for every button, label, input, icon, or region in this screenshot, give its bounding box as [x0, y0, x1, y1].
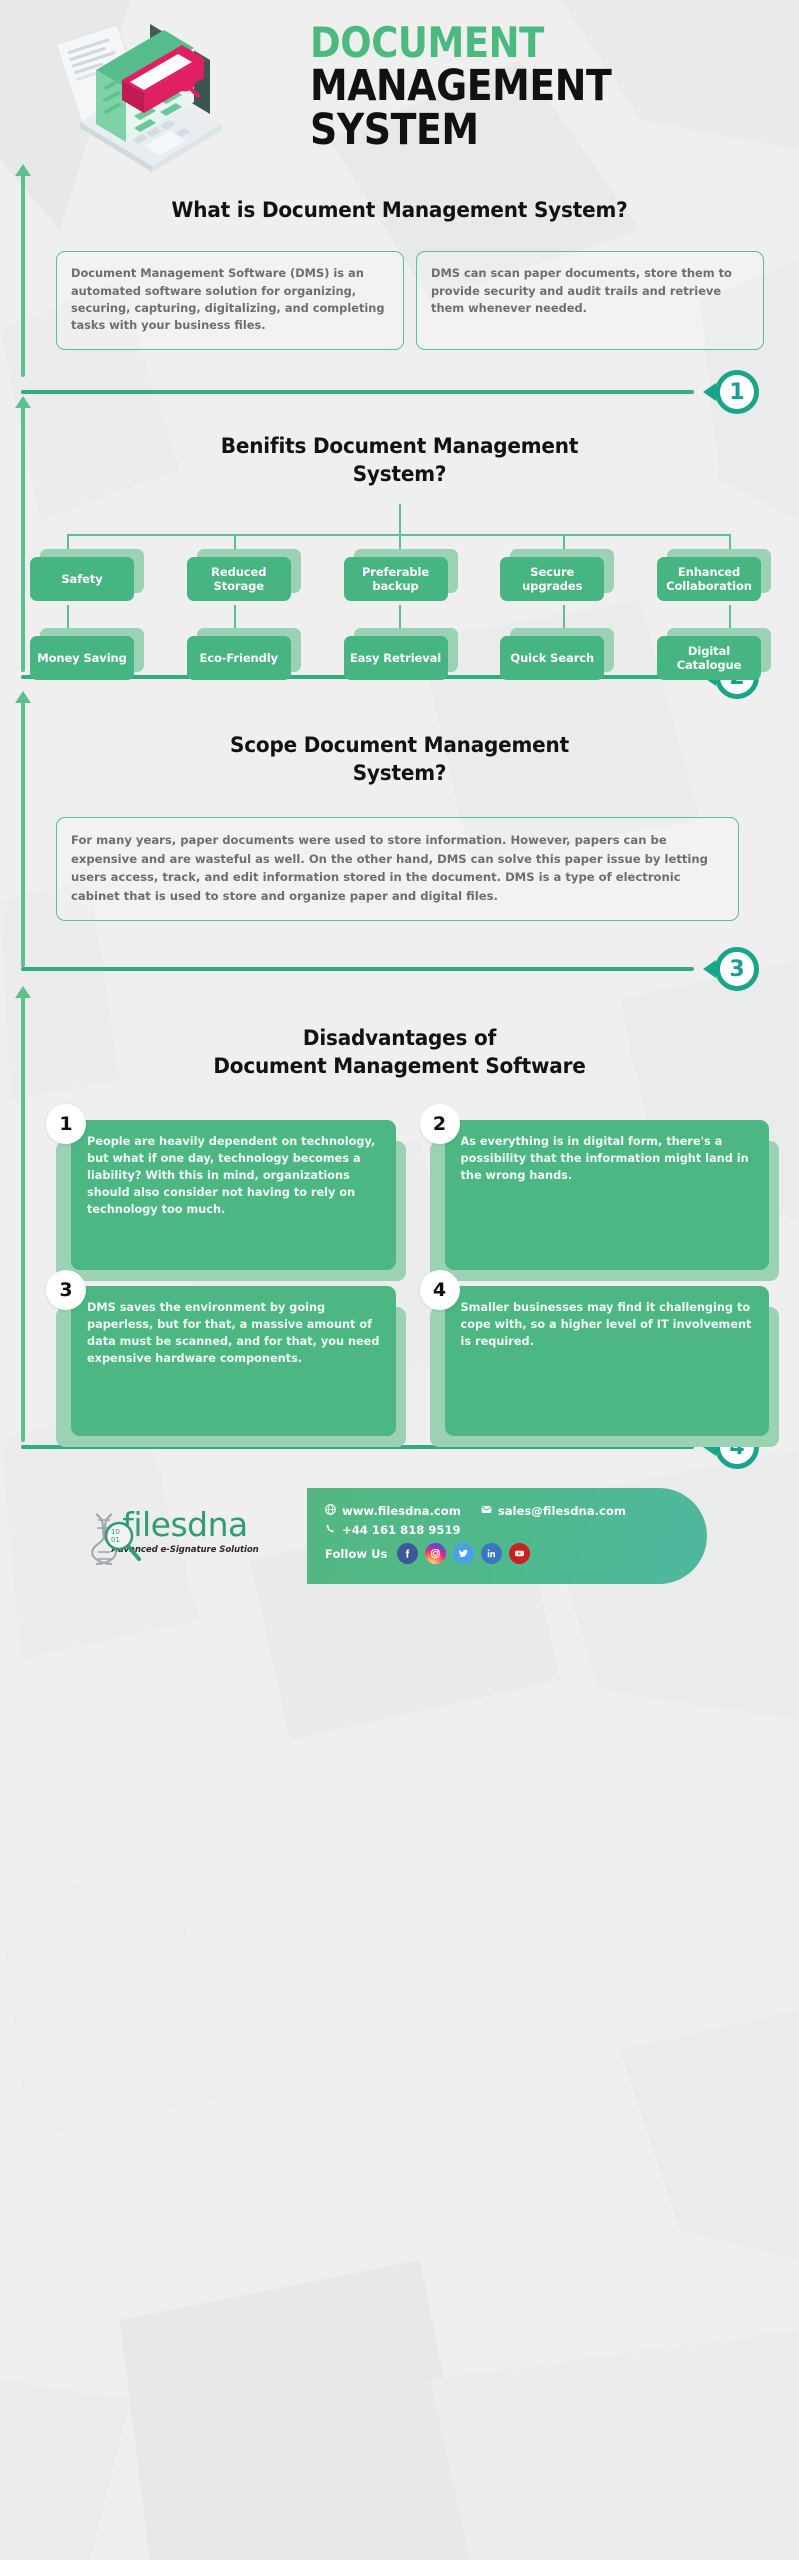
disadvantage-number: 3: [46, 1269, 86, 1310]
tree-stem: [399, 503, 401, 534]
disadvantage-card[interactable]: People are heavily dependent on technolo…: [46, 1103, 406, 1281]
benefit-label: Safety: [30, 556, 134, 601]
disadvantage-card[interactable]: Smaller businesses may find it challengi…: [419, 1269, 779, 1447]
email-text[interactable]: sales@filesdna.com: [498, 1504, 626, 1518]
info-box-1-text: Document Management Software (DMS) is an…: [71, 266, 385, 333]
page-title: DOCUMENT MANAGEMENT SYSTEM: [310, 18, 770, 156]
laptop-illustration-icon: [52, 18, 252, 178]
title-line-management: MANAGEMENT: [310, 61, 612, 112]
benefit-chip[interactable]: Secure upgrades: [500, 548, 615, 601]
youtube-icon[interactable]: [509, 1543, 531, 1564]
step-badge-3: 3: [703, 947, 759, 991]
disadvantage-card[interactable]: DMS saves the environment by going paper…: [46, 1269, 406, 1447]
disadvantage-card[interactable]: As everything is in digital form, there'…: [419, 1103, 779, 1281]
disadvantage-text: People are heavily dependent on technolo…: [87, 1134, 376, 1216]
social-links: Follow Us: [325, 1543, 689, 1564]
info-box-2: DMS can scan paper documents, store them…: [416, 251, 764, 350]
section4-title: Disadvantages of Document Management Sof…: [28, 997, 771, 1082]
benefit-label: Secure upgrades: [500, 556, 605, 601]
info-box-1: Document Management Software (DMS) is an…: [56, 251, 404, 350]
section-rail-bottom: [21, 967, 694, 971]
benefit-label: Reduced Storage: [186, 556, 291, 601]
benefit-chip[interactable]: Digital Catalogue: [657, 627, 771, 680]
section-what-is-dms: 1 What is Document Management System? Do…: [0, 164, 799, 414]
scope-text: For many years, paper documents were use…: [71, 832, 708, 904]
benefit-chip[interactable]: Safety: [30, 548, 144, 601]
benefit-chip[interactable]: Eco-Friendly: [186, 627, 301, 680]
section-rail: [15, 164, 31, 377]
section-rail-bottom: [21, 390, 694, 394]
benefits-row-2: Money Saving Eco-Friendly Easy Retrieval…: [30, 627, 771, 680]
section3-title: Scope Document Management System?: [28, 702, 771, 789]
mail-icon: [481, 1504, 492, 1518]
section2-title-line1: Benifits Document Management: [220, 434, 579, 459]
follow-us-label: Follow Us: [325, 1546, 388, 1561]
section-disadvantages: 4 Disadvantages of Document Management S…: [0, 986, 799, 1472]
section-rail: [15, 691, 31, 967]
tree-bar: [67, 533, 729, 536]
benefit-chip[interactable]: Reduced Storage: [186, 548, 301, 601]
card-body: As everything is in digital form, there'…: [444, 1119, 769, 1270]
card-body: People are heavily dependent on technolo…: [71, 1119, 396, 1270]
benefit-chip[interactable]: Money Saving: [30, 627, 144, 680]
section1-title: What is Document Management System?: [171, 198, 628, 223]
benefit-chip[interactable]: Easy Retrieval: [343, 627, 458, 680]
svg-text:10: 10: [111, 1528, 120, 1536]
disadvantage-number: 2: [419, 1103, 460, 1144]
globe-icon: [325, 1504, 336, 1518]
section4-title-line2: Document Management Software: [213, 1054, 586, 1080]
brand-logo[interactable]: 10 01 filesdna Advanced e-Signature Solut…: [80, 1508, 290, 1565]
scope-box: For many years, paper documents were use…: [56, 816, 739, 921]
contact-card: www.filesdna.com sales@filesdna.com +44 …: [307, 1488, 707, 1584]
benefit-label: Money Saving: [30, 635, 134, 680]
phone-icon: [325, 1523, 336, 1537]
section-rail: [15, 986, 31, 1442]
disadvantage-cards: People are heavily dependent on technolo…: [46, 1103, 779, 1447]
section-scope: 3 Scope Document Management System? For …: [0, 691, 799, 997]
disadvantage-number: 4: [419, 1269, 460, 1310]
benefit-chip[interactable]: Quick Search: [500, 627, 615, 680]
card-body: DMS saves the environment by going paper…: [71, 1285, 396, 1436]
disadvantage-number: 1: [46, 1103, 86, 1144]
footer: 10 01 filesdna Advanced e-Signature Solut…: [0, 1472, 799, 1652]
disadvantage-text: DMS saves the environment by going paper…: [87, 1300, 380, 1365]
benefit-label: Easy Retrieval: [343, 635, 448, 680]
linkedin-icon[interactable]: [481, 1543, 503, 1564]
info-box-2-text: DMS can scan paper documents, store them…: [431, 266, 732, 316]
benefit-label: Eco-Friendly: [186, 635, 291, 680]
dna-magnifier-icon: 10 01: [82, 1510, 146, 1573]
svg-text:01: 01: [111, 1536, 120, 1544]
section1-boxes: Document Management Software (DMS) is an…: [56, 251, 764, 350]
title-line-system: SYSTEM: [310, 105, 479, 156]
benefit-label: Preferable backup: [343, 556, 448, 601]
benefit-chip[interactable]: Preferable backup: [343, 548, 458, 601]
disadvantage-text: Smaller businesses may find it challengi…: [460, 1300, 752, 1348]
section3-title-line2: System?: [352, 761, 447, 787]
phone-text[interactable]: +44 161 818 9519: [342, 1523, 461, 1537]
contact-row-web-email: www.filesdna.com sales@filesdna.com: [325, 1504, 689, 1518]
section4-title-line1: Disadvantages of: [302, 1026, 497, 1051]
disadvantage-text: As everything is in digital form, there'…: [460, 1134, 749, 1182]
section2-title-line2: System?: [352, 462, 447, 488]
section3-title-line1: Scope Document Management: [230, 733, 569, 758]
section2-title: Benifits Document Management System?: [28, 407, 771, 490]
benefit-chip[interactable]: Enhanced Collaboration: [657, 548, 771, 601]
header: DOCUMENT MANAGEMENT SYSTEM: [0, 0, 799, 175]
benefit-label: Quick Search: [500, 635, 605, 680]
benefits-row-1: Safety Reduced Storage Preferable backup…: [30, 548, 771, 601]
facebook-icon[interactable]: [397, 1543, 419, 1564]
benefits-tree: Safety Reduced Storage Preferable backup…: [0, 503, 799, 694]
benefit-label: Enhanced Collaboration: [657, 556, 761, 601]
section-benefits: 2 Benifits Document Management System? S…: [0, 396, 799, 702]
title-line-document: DOCUMENT: [310, 18, 544, 67]
benefit-label: Digital Catalogue: [657, 635, 761, 680]
card-body: Smaller businesses may find it challengi…: [444, 1285, 769, 1436]
contact-row-phone: +44 161 818 9519: [325, 1523, 689, 1537]
twitter-icon[interactable]: [453, 1543, 475, 1564]
instagram-icon[interactable]: [425, 1543, 447, 1564]
website-text[interactable]: www.filesdna.com: [342, 1504, 461, 1518]
